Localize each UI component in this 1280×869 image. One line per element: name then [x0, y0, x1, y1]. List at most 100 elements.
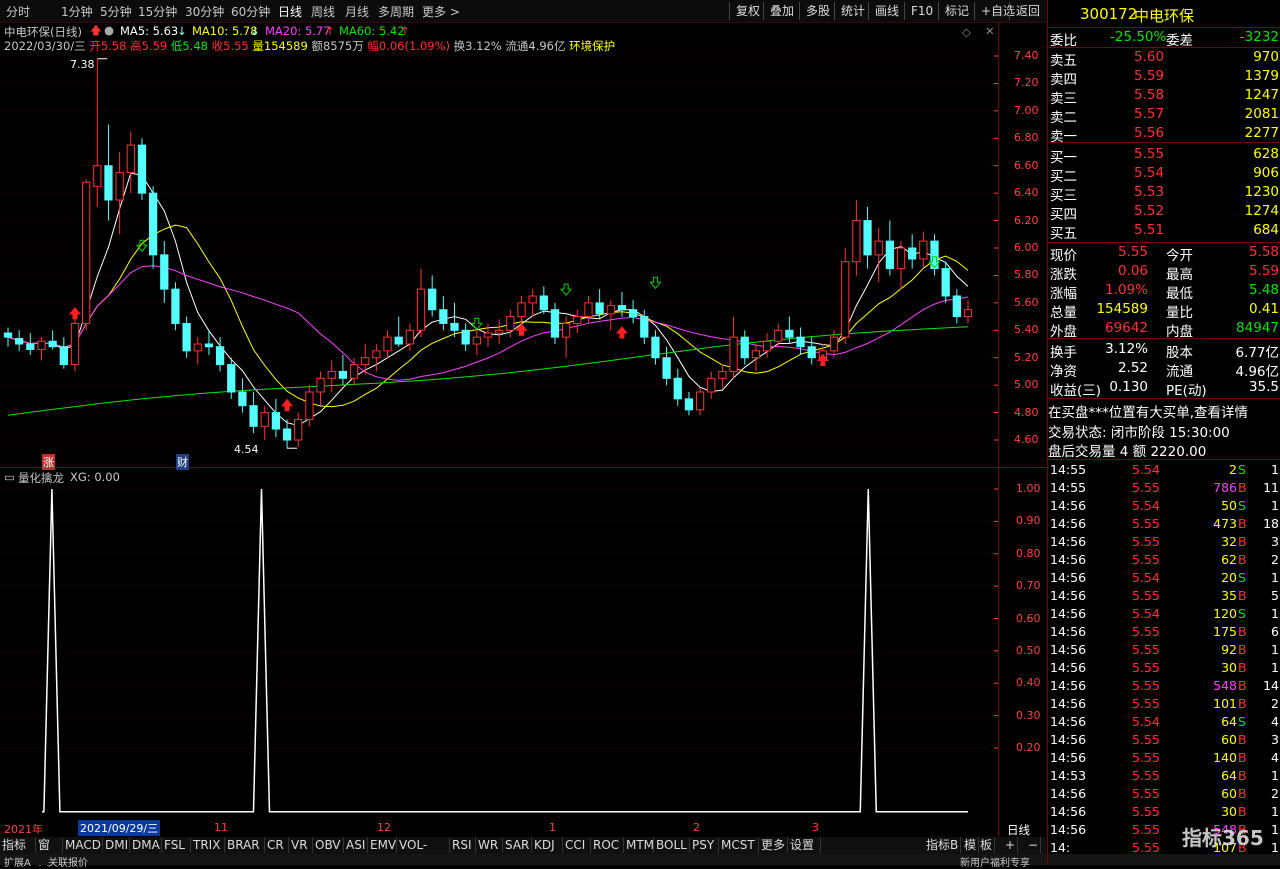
tab-指标a[interactable]: 指标A	[0, 837, 36, 868]
tab-asi[interactable]: ASI	[344, 837, 368, 853]
back-button[interactable]: 返回	[1009, 2, 1046, 20]
tick-price: 5.55	[1132, 822, 1160, 837]
tab-更多[interactable]: 更多	[759, 837, 788, 853]
extend-a[interactable]: 扩展A	[4, 854, 31, 869]
indicator-tick-label: 0.60	[1016, 611, 1041, 625]
book-volume: 1247	[1244, 87, 1279, 103]
buy-arrow-icon	[281, 398, 294, 412]
tab-trix[interactable]: TRIX	[191, 837, 225, 853]
bid-row[interactable]: 买二 5.54 906	[1048, 164, 1280, 185]
candle-down	[796, 336, 805, 348]
tab-vr[interactable]: VR	[289, 837, 313, 853]
tab-psy[interactable]: PSY	[690, 837, 719, 853]
tab-30min[interactable]: 30分钟	[185, 3, 224, 20]
bid-row[interactable]: 买四 5.52 1274	[1048, 202, 1280, 223]
settings-icon[interactable]: ●	[104, 23, 114, 37]
tab-minute[interactable]: 分时	[6, 3, 30, 20]
bid-row[interactable]: 买一 5.55 628	[1048, 145, 1280, 166]
bid-row[interactable]: 买三 5.53 1230	[1048, 183, 1280, 204]
tab-dmi[interactable]: DMI	[103, 837, 130, 853]
tab-macd[interactable]: MACD	[63, 837, 103, 853]
ask-row[interactable]: 卖四 5.59 1379	[1048, 67, 1280, 88]
big-order-notice[interactable]: 在买盘***位置有大买单,查看详情	[1048, 400, 1280, 421]
stats-button[interactable]: 统计	[834, 2, 871, 20]
period-toolbar: 分时 1分钟 5分钟 15分钟 30分钟 60分钟 日线 周线 月线 多周期 更…	[0, 0, 1046, 23]
tick-row: 14:56 5.54 64 S 4	[1048, 713, 1280, 731]
tab-kdj[interactable]: KDJ	[532, 837, 563, 853]
tick-side: B	[1238, 660, 1247, 675]
tick-row: 14:56 5.54 20 S 1	[1048, 569, 1280, 587]
tab-vol-tdx[interactable]: VOL-TDX	[397, 837, 450, 868]
tab-obv[interactable]: OBV	[313, 837, 344, 853]
collapse-icon[interactable]: ◇	[962, 25, 971, 39]
tick-count: 2	[1271, 552, 1279, 567]
related-quote[interactable]: 关联报价	[48, 854, 88, 869]
stat-label: 外盘	[1050, 324, 1077, 340]
mark-button[interactable]: 标记	[938, 2, 975, 20]
promo-text[interactable]: 新用户福利专享	[960, 854, 1030, 869]
finance-tag[interactable]: 财	[176, 454, 189, 470]
tick-count: 1	[1271, 768, 1279, 783]
indicator-chart[interactable]	[0, 487, 998, 817]
tab-sar[interactable]: SAR	[503, 837, 532, 853]
tab-daily[interactable]: 日线	[278, 3, 302, 20]
tab-mtm[interactable]: MTM	[624, 837, 654, 853]
ask-row[interactable]: 卖三 5.58 1247	[1048, 86, 1280, 107]
tab-15min[interactable]: 15分钟	[138, 3, 177, 20]
candle-down	[807, 346, 816, 359]
tick-row: 14:56 5.55 548 B 14	[1048, 677, 1280, 695]
ask-row[interactable]: 卖五 5.60 970	[1048, 48, 1280, 69]
low-marker: 4.54	[234, 443, 259, 456]
price-tick-label: 4.60	[1014, 433, 1039, 446]
tab-monthly[interactable]: 月线	[345, 3, 369, 20]
tab-multi-period[interactable]: 多周期	[378, 3, 414, 20]
tab-right-4[interactable]: −	[1026, 837, 1042, 853]
tab-right-3[interactable]: +	[1003, 837, 1019, 853]
book-label: 买一	[1050, 150, 1077, 166]
tab-right-0[interactable]: 指标B	[924, 837, 962, 853]
multi-stock-button[interactable]: 多股	[799, 2, 836, 20]
tab-fsl[interactable]: FSL	[162, 837, 191, 853]
tab-boll[interactable]: BOLL	[654, 837, 690, 853]
tab-1min[interactable]: 1分钟	[61, 3, 93, 20]
tab-right-2[interactable]: 板	[978, 837, 996, 853]
fuquan-button[interactable]: 复权	[729, 2, 766, 20]
tab-wr[interactable]: WR	[476, 837, 503, 853]
sell-arrow-icon	[649, 276, 662, 290]
ask-row[interactable]: 卖一 5.56 2277	[1048, 124, 1280, 145]
draw-line-button[interactable]: 画线	[868, 2, 905, 20]
candle-up	[349, 364, 359, 379]
price-tick-label: 6.80	[1014, 131, 1039, 145]
book-label: 卖三	[1050, 91, 1077, 107]
tab-brar[interactable]: BRAR	[225, 837, 265, 853]
tab-emv[interactable]: EMV	[368, 837, 397, 853]
tab-rsi[interactable]: RSI	[450, 837, 476, 853]
period-mode-label[interactable]: 日线	[1007, 822, 1030, 838]
overlay-button[interactable]: 叠加	[763, 2, 800, 20]
tab-roc[interactable]: ROC	[591, 837, 624, 853]
candle-down	[104, 165, 113, 201]
tab-cci[interactable]: CCI	[563, 837, 591, 853]
ask-row[interactable]: 卖二 5.57 2081	[1048, 105, 1280, 126]
tab-mcst[interactable]: MCST	[719, 837, 759, 853]
candle-down	[662, 357, 671, 379]
indicator-tick-label: 0.20	[1016, 741, 1041, 754]
tab-cr[interactable]: CR	[265, 837, 289, 853]
f10-button[interactable]: F10	[904, 2, 939, 20]
tab-设置[interactable]: 设置	[788, 837, 821, 853]
tick-side: B	[1238, 642, 1247, 657]
indicator-icon[interactable]: ▭	[4, 470, 15, 484]
bid-row[interactable]: 买五 5.51 684	[1048, 221, 1280, 242]
limit-tag[interactable]: 涨	[42, 454, 55, 470]
close-icon[interactable]: ✕	[985, 24, 995, 38]
tab-60min[interactable]: 60分钟	[231, 3, 270, 20]
tab-5min[interactable]: 5分钟	[100, 3, 132, 20]
candlestick-chart[interactable]	[0, 52, 998, 467]
candle-up	[193, 343, 202, 352]
tab-weekly[interactable]: 周线	[311, 3, 335, 20]
tab-right-1[interactable]: 模	[962, 837, 980, 853]
tick-time: 14:56	[1050, 570, 1087, 585]
tab-more[interactable]: 更多 >	[422, 3, 460, 20]
tab-dma[interactable]: DMA	[130, 837, 162, 853]
tab-窗口[interactable]: 窗口	[36, 837, 63, 868]
